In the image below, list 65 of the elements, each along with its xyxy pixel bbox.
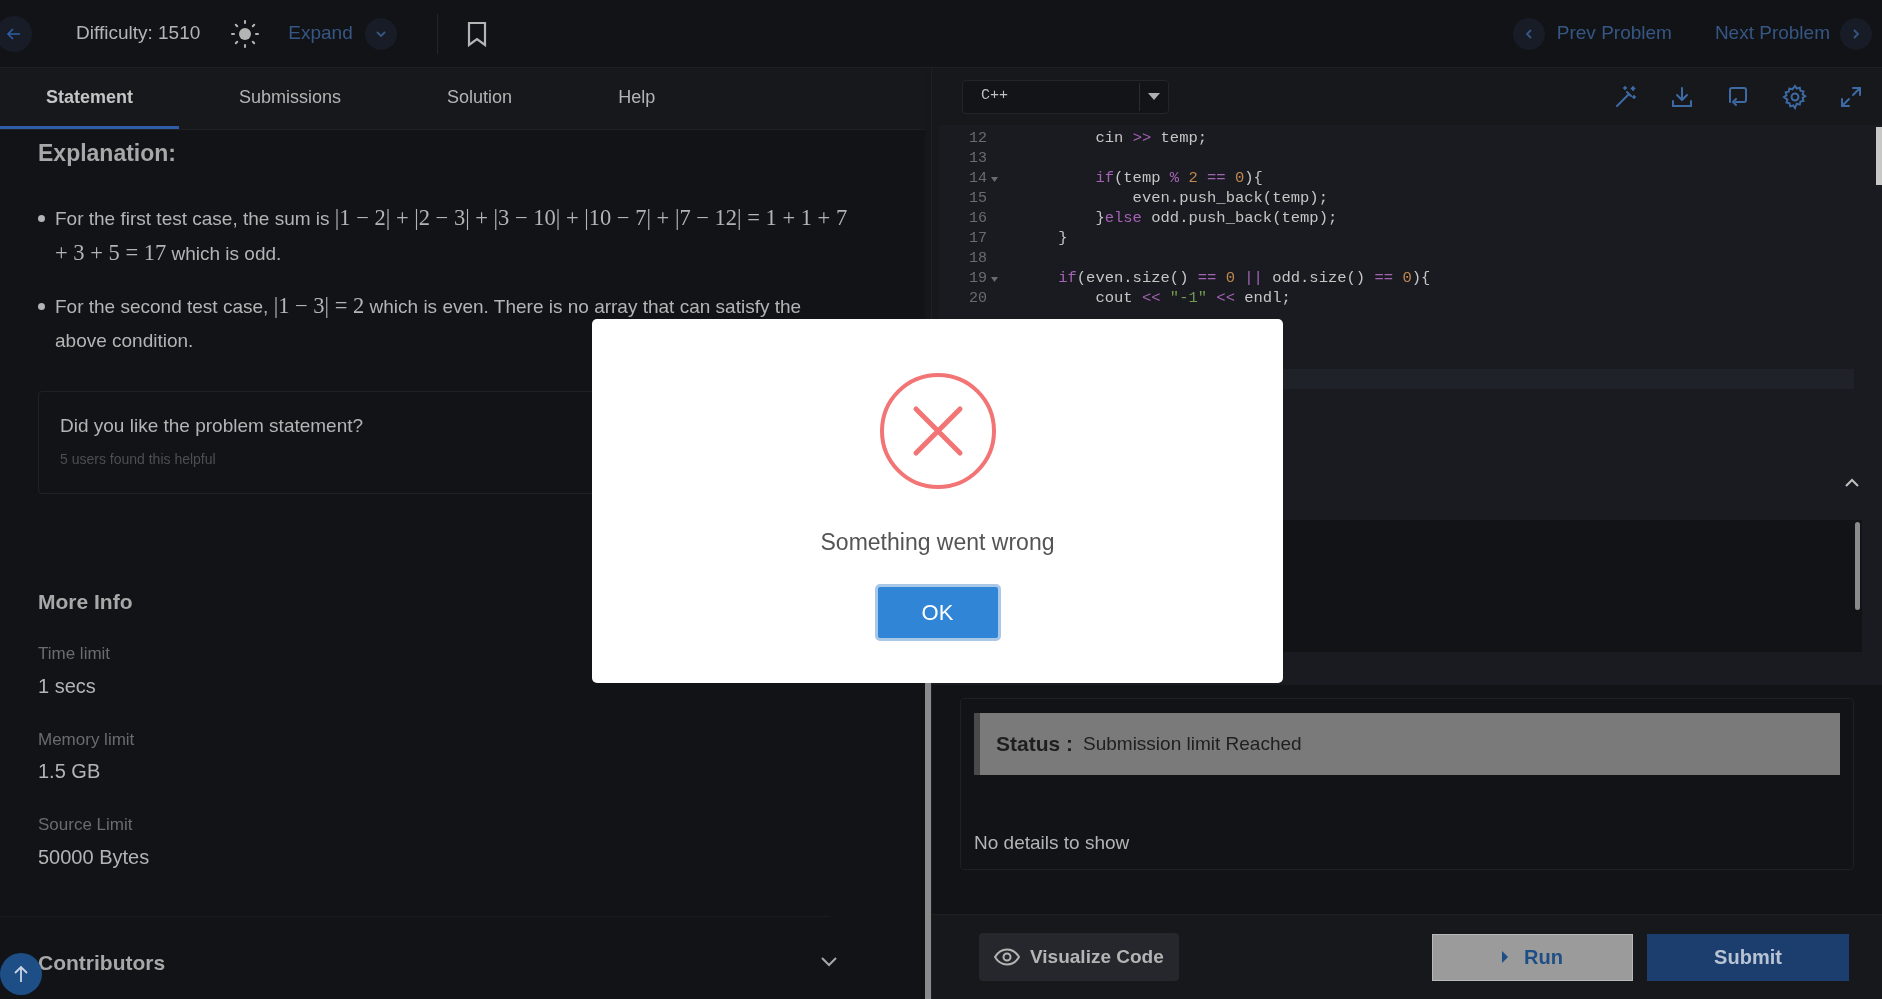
back-arrow-icon: [6, 25, 22, 42]
status-text: Submission limit Reached: [1083, 731, 1302, 756]
error-message: Something went wrong: [820, 528, 1055, 557]
settings-icon[interactable]: [1782, 83, 1808, 110]
line-number: 20: [968, 288, 987, 309]
bullet-icon: [38, 302, 45, 310]
code-line: if(even.size() == 0 || odd.size() == 0){: [1057, 268, 1431, 290]
download-icon[interactable]: [1670, 84, 1694, 109]
scrollbar[interactable]: [1876, 127, 1882, 185]
explanation-text: For the first test case, the sum is |1 − 2| + |2 − 3| + |3 − 10| + |10 − 7| + |7 − 12| = 1 + 1 + 7 + 3 + 5 = 17 which is odd.: [55, 203, 849, 267]
play-icon: [1502, 951, 1509, 963]
helpful-count: 5 users found this helpful: [60, 450, 217, 469]
details-text: No details to show: [974, 831, 1131, 855]
bullet-icon: [38, 214, 45, 222]
chevron-up-icon[interactable]: [1844, 477, 1860, 488]
feedback-question: Did you like the problem statement?: [60, 413, 365, 438]
line-number: 18: [968, 248, 987, 269]
chevron-down-icon[interactable]: [820, 956, 838, 969]
code-line: }: [1057, 228, 1068, 250]
fold-icon[interactable]: [991, 176, 998, 182]
info-value: 50000 Bytes: [38, 844, 151, 870]
code-line: if(temp % 2 == 0){: [1094, 168, 1263, 190]
line-number: 19: [968, 268, 987, 289]
info-label: Source Limit: [38, 814, 134, 836]
next-chevron-button[interactable]: [1840, 17, 1872, 50]
info-value: 1.5 GB: [38, 759, 102, 784]
section-heading: More Info: [38, 588, 134, 615]
magic-wand-icon[interactable]: [1614, 84, 1638, 109]
arrow-up-icon: [13, 965, 29, 983]
ok-button[interactable]: OK: [874, 583, 1001, 641]
sun-icon[interactable]: [230, 18, 261, 49]
explanation-text: For the second test case, |1 − 3| = 2 which is even. There is no array that can satisfy the above condition.: [55, 291, 803, 353]
status-label: Status :: [996, 731, 1073, 758]
bookmark-icon[interactable]: [465, 20, 488, 47]
tab[interactable]: Help: [572, 68, 702, 129]
difficulty-label: Difficulty: 1510: [76, 21, 201, 46]
info-label: Memory limit: [38, 728, 136, 751]
fold-icon[interactable]: [991, 276, 998, 282]
info-value: 1 secs: [38, 673, 97, 699]
code-line: cout << "-1" << endl;: [1094, 288, 1291, 310]
line-number: 16: [968, 208, 987, 229]
visualize-code-button[interactable]: Visualize Code: [979, 933, 1179, 981]
back-button[interactable]: [0, 15, 32, 52]
fullscreen-icon[interactable]: [1840, 85, 1862, 108]
language-select[interactable]: C++: [962, 79, 1169, 114]
scrollbar[interactable]: [1855, 522, 1860, 610]
code-line: even.push_back(temp);: [1131, 188, 1328, 210]
tab[interactable]: Submissions: [193, 68, 388, 129]
line-number: 12: [968, 128, 987, 149]
info-label: Time limit: [38, 643, 112, 665]
code-line: cin >> temp;: [1094, 128, 1208, 150]
error-icon: [878, 372, 997, 490]
code-line: }else odd.push_back(temp);: [1094, 208, 1338, 230]
submit-button[interactable]: Submit: [1647, 933, 1849, 981]
chat-icon[interactable]: [1726, 84, 1750, 109]
caret-down-icon: [1148, 92, 1160, 101]
tab[interactable]: Statement: [0, 68, 180, 129]
eye-icon: [994, 948, 1020, 966]
line-number: 17: [968, 228, 987, 249]
section-heading: Contributors: [38, 949, 166, 976]
line-number: 14: [968, 168, 987, 189]
line-number: 13: [968, 148, 987, 169]
line-number: 15: [968, 188, 987, 209]
tab[interactable]: Solution: [401, 68, 559, 129]
section-heading: Explanation:: [38, 139, 177, 168]
